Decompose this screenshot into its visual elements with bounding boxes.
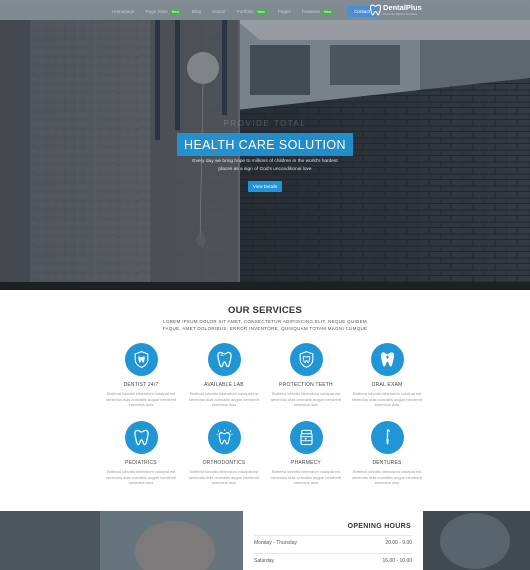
service-description: Eleifend lobortis bibendum volutpat est … — [105, 469, 177, 485]
hours-day: Saturday — [254, 558, 275, 564]
nav-item-portfolio[interactable]: Portfolio New — [236, 8, 267, 15]
opening-hours-title: OPENING HOURS — [347, 523, 411, 530]
nav-item-page-sites[interactable]: Page Sites New — [145, 8, 181, 15]
hero-description: Every day we bring hope to millions of c… — [192, 159, 338, 172]
services-title: OUR SERVICES — [227, 305, 303, 316]
hero-title-box: HEALTH CARE SOLUTION — [177, 133, 353, 156]
tooth-icon — [125, 421, 158, 454]
nav-label: Blog — [191, 9, 202, 14]
hero-title: HEALTH CARE SOLUTION — [184, 137, 346, 152]
service-description: Eleifend lobortis bibendum volutpat est … — [351, 391, 423, 407]
page: Homepage Page Sites New Blog Doctor Portf… — [0, 0, 530, 570]
sparkle-tooth-icon — [208, 421, 241, 454]
hours-day: Monday - Thursday — [254, 540, 297, 546]
dental-tool-icon — [371, 421, 404, 454]
service-title: ORAL EXAM — [371, 382, 403, 388]
service-title: PEDIATRICS — [125, 460, 157, 466]
nav-label: Page Sites — [145, 9, 168, 14]
nav-label: Doctor — [212, 9, 226, 14]
new-badge: New — [321, 8, 334, 15]
nav-label: Pages — [277, 9, 291, 14]
main-nav: Homepage Page Sites New Blog Doctor Portf… — [112, 5, 377, 18]
service-description: Eleifend lobortis bibendum volutpat est … — [351, 469, 423, 485]
service-title: PROTECTION TEETH — [279, 382, 333, 388]
opening-hours-panel: OPENING HOURS Monday - Thursday 20.00 - … — [243, 511, 423, 570]
tooth-shield-icon — [125, 343, 158, 376]
tooth-icon — [208, 343, 241, 376]
service-title: DENTURES — [372, 460, 402, 466]
logo-tagline: Premium Dental Template — [383, 12, 418, 16]
hours-row: Saturday 16.00 - 10.00 — [254, 553, 412, 568]
top-navigation-bar: Homepage Page Sites New Blog Doctor Portf… — [0, 0, 530, 22]
nav-item-homepage[interactable]: Homepage — [112, 9, 134, 14]
nav-item-doctor[interactable]: Doctor — [212, 9, 226, 14]
service-title: ORTHODONTICS — [202, 460, 246, 466]
nav-item-blog[interactable]: Blog — [192, 9, 201, 14]
new-badge: New — [169, 8, 181, 15]
new-badge: New — [255, 8, 267, 15]
service-description: Eleifend lobortis bibendum volutpat est … — [270, 469, 342, 485]
logo-name: DentalPlus — [383, 3, 422, 12]
tooth-logo-icon — [370, 4, 381, 16]
service-title: AVAILABLE LAB — [204, 382, 244, 388]
nav-label: Homepage — [112, 9, 135, 14]
service-description: Eleifend lobortis bibendum volutpat est … — [188, 469, 260, 485]
nav-item-pages[interactable]: Pages — [278, 9, 291, 14]
nav-item-features[interactable]: Features New — [301, 8, 334, 15]
tooth-shield-icon — [290, 343, 323, 376]
tooth-icon — [371, 343, 404, 376]
hours-row: Monday - Thursday 20.00 - 9.00 — [254, 535, 412, 550]
nav-label: Portfolio — [236, 9, 254, 14]
hero-subtitle: PROVIDE TOTAL — [223, 119, 307, 128]
site-logo[interactable]: DentalPlus Premium Dental Template — [370, 4, 422, 16]
hours-time: 16.00 - 10.00 — [382, 558, 412, 564]
service-title: DENTIST 24/7 — [123, 382, 159, 388]
service-description: Eleifend lobortis bibendum volutpat est … — [105, 391, 177, 407]
service-description: Eleifend lobortis bibendum volutpat est … — [270, 391, 342, 407]
service-description: Eleifend lobortis bibendum volutpat est … — [188, 391, 260, 407]
view-details-button[interactable]: View Details — [248, 181, 282, 192]
service-title: PHARMECY — [291, 460, 321, 466]
services-subtitle: LOREM IPSUM DOLOR SIT AMET, CONSECTETUR … — [162, 319, 368, 331]
hours-time: 20.00 - 9.00 — [385, 540, 412, 546]
hero-section: Homepage Page Sites New Blog Doctor Portf… — [0, 0, 530, 290]
pill-jar-icon — [290, 421, 323, 454]
nav-label: Features — [301, 9, 320, 14]
